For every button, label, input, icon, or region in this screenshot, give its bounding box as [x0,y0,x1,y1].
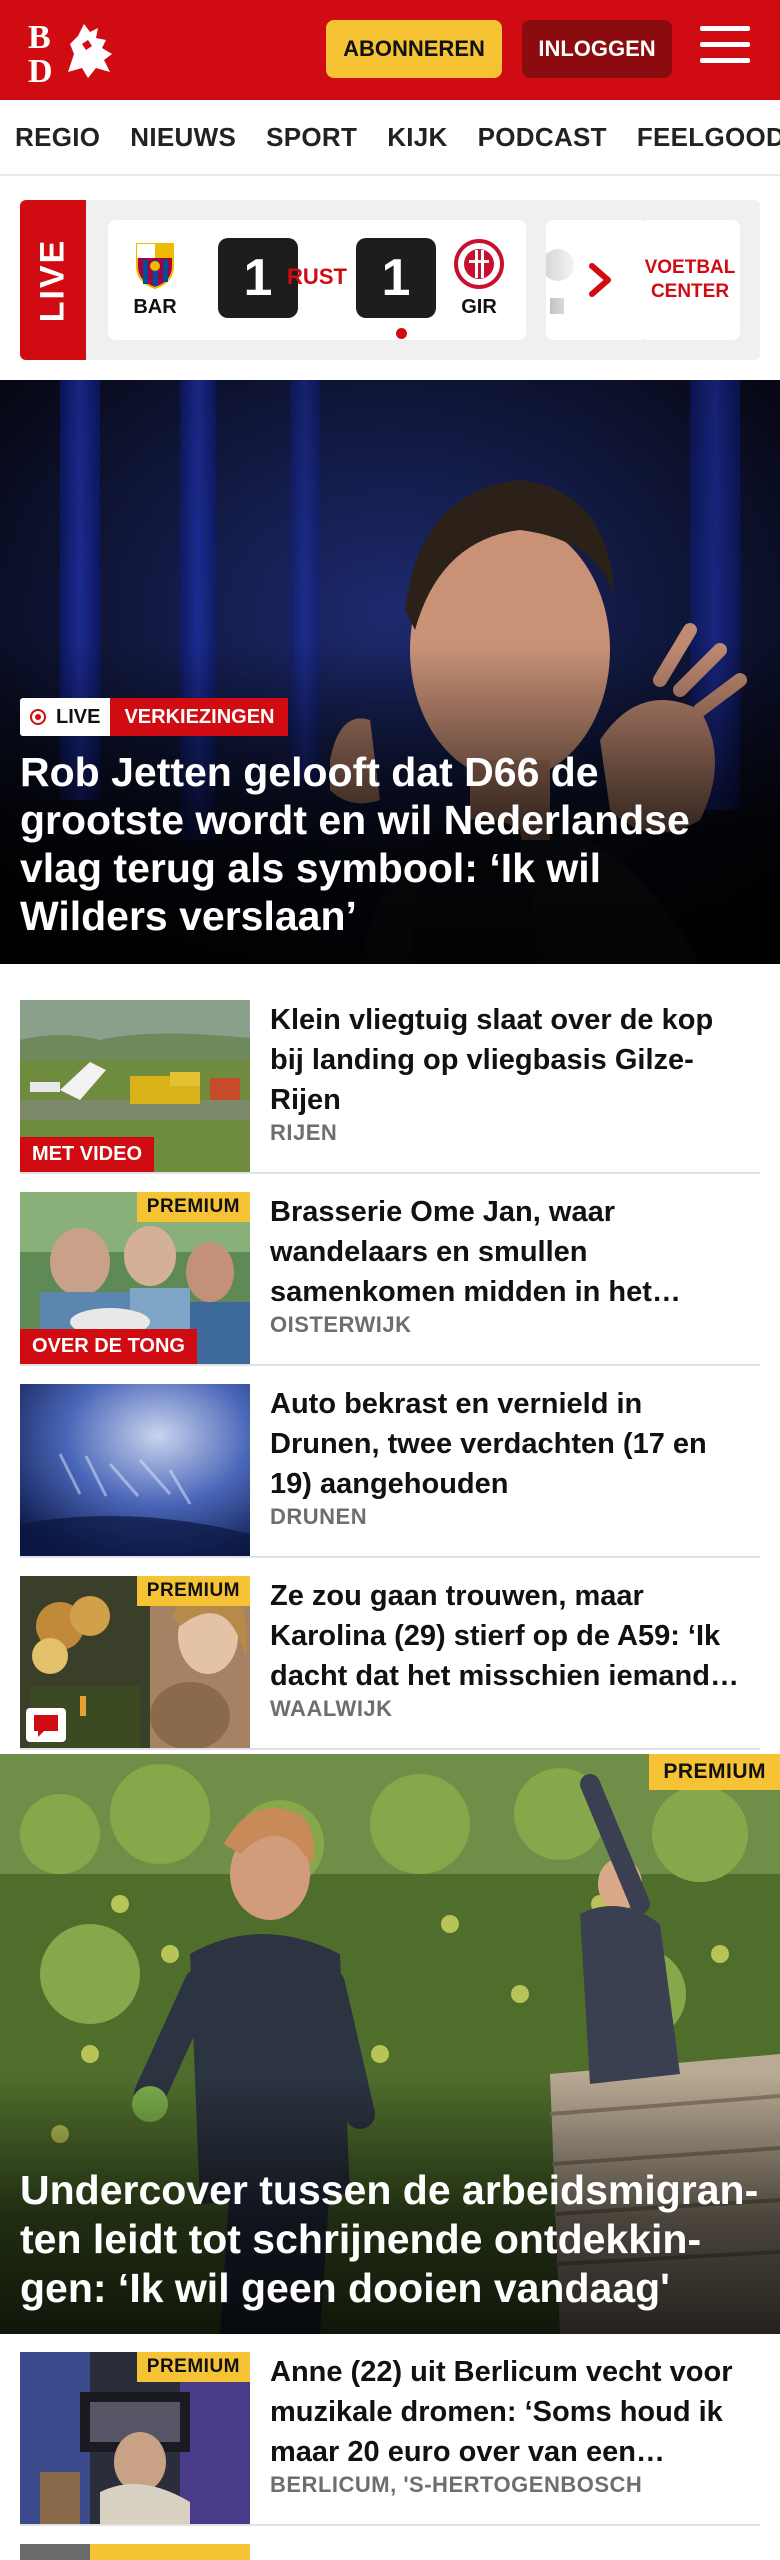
nav-item-kijk[interactable]: KIJK [387,122,447,153]
svg-text:D: D [28,53,53,86]
voetbal-center-link[interactable]: VOETBAL CENTER [640,220,740,340]
girona-crest-icon [453,238,505,290]
home-team-abbr: BAR [133,296,177,318]
barcelona-crest-icon [129,238,181,290]
premium-badge: PREMIUM [649,1754,780,1790]
hero-article[interactable]: LIVE VERKIEZINGEN Rob Jetten gelooft dat… [0,380,780,964]
article-title[interactable]: Brasserie Ome Jan, waar wandelaars en sm… [270,1192,750,1312]
article-thumbnail: MET VIDEO [20,1000,250,1172]
feature-article[interactable]: PREMIUM Undercover tussen de arbeidsmigr… [0,1754,780,2334]
article-title[interactable]: Auto bekrast en vernield in Drunen, twee… [270,1384,750,1504]
hero-title[interactable]: Rob Jetten gelooft dat D66 de grootste w… [20,748,760,940]
live-record-icon [30,709,46,725]
away-score: 1 [356,238,436,318]
article-item[interactable]: PREMIUM Ze zou gaan trouwen, maar Karoli… [20,1558,760,1750]
category-badge: VERKIEZINGEN [110,698,289,736]
article-title[interactable]: Klein vliegtuig slaat over de kop bij la… [270,1000,750,1120]
premium-badge: PREMIUM [136,1192,250,1222]
article-title[interactable]: Anne (22) uit Berlicum vecht voor muzika… [270,2352,750,2472]
nav-item-regio[interactable]: REGIO [15,122,100,153]
feature-title[interactable]: Undercover tussen de arbeidsmigran-ten l… [20,2166,760,2313]
nav-item-podcast[interactable]: PODCAST [478,122,607,153]
live-score-strip: LIVE BAR 1 RUST 1 GIR VOETBAL CENTER [20,200,760,360]
section-nav: REGIO NIEUWS SPORT KIJK PODCAST FEELGOOD… [0,100,780,176]
next-article-peek [20,2544,760,2560]
nav-item-sport[interactable]: SPORT [266,122,357,153]
article-item[interactable]: Auto bekrast en vernield in Drunen, twee… [20,1366,760,1558]
voetbal-label: VOETBAL [644,257,736,279]
article-item[interactable]: PREMIUM OVER DE TONG Brasserie Ome Jan, … [20,1174,760,1366]
hamburger-menu-icon[interactable] [700,26,750,70]
article-item[interactable]: MET VIDEO Klein vliegtuig slaat over de … [20,982,760,1174]
bd-logo[interactable]: B D [26,14,126,90]
article-thumbnail [20,1384,250,1556]
match-card[interactable]: BAR 1 RUST 1 GIR [108,220,526,340]
match-status: RUST [287,264,347,289]
hero-badges: LIVE VERKIEZINGEN [20,698,289,736]
article-location: WAALWIJK [270,1696,393,1721]
article-title[interactable]: Ze zou gaan trouwen, maar Karolina (29) … [270,1576,750,1696]
login-button[interactable]: INLOGGEN [522,20,672,78]
category-tag: OVER DE TONG [20,1329,197,1364]
premium-badge: PREMIUM [136,2352,250,2382]
nav-item-nieuws[interactable]: NIEUWS [130,122,236,153]
center-label: CENTER [650,281,730,302]
subscribe-button[interactable]: ABONNEREN [326,20,502,78]
video-tag: MET VIDEO [20,1137,155,1172]
article-location: BERLICUM, 'S-HERTOGENBOSCH [270,2472,643,2497]
svg-text:B: B [28,19,51,56]
live-tab[interactable]: LIVE [20,200,86,360]
article-location: OISTERWIJK [270,1312,412,1337]
article-thumbnail: PREMIUM [20,2352,250,2524]
article-location: DRUNEN [270,1504,368,1529]
live-indicator-dot [396,328,407,339]
away-team-abbr: GIR [461,296,497,318]
premium-badge: PREMIUM [136,1576,250,1606]
comment-icon[interactable] [26,1708,66,1742]
article-thumbnail: PREMIUM [20,1576,250,1748]
article-thumbnail: PREMIUM OVER DE TONG [20,1192,250,1364]
home-team: BAR [120,238,190,319]
article-item[interactable]: PREMIUM Anne (22) uit Berlicum vecht voo… [20,2334,760,2526]
top-header: B D ABONNEREN INLOGGEN [0,0,780,100]
nav-item-feelgood[interactable]: FEELGOOD [637,122,780,153]
chevron-right-icon[interactable] [580,260,620,300]
article-location: RIJEN [270,1120,338,1145]
away-team: GIR [444,238,514,319]
live-badge: LIVE [20,698,111,736]
